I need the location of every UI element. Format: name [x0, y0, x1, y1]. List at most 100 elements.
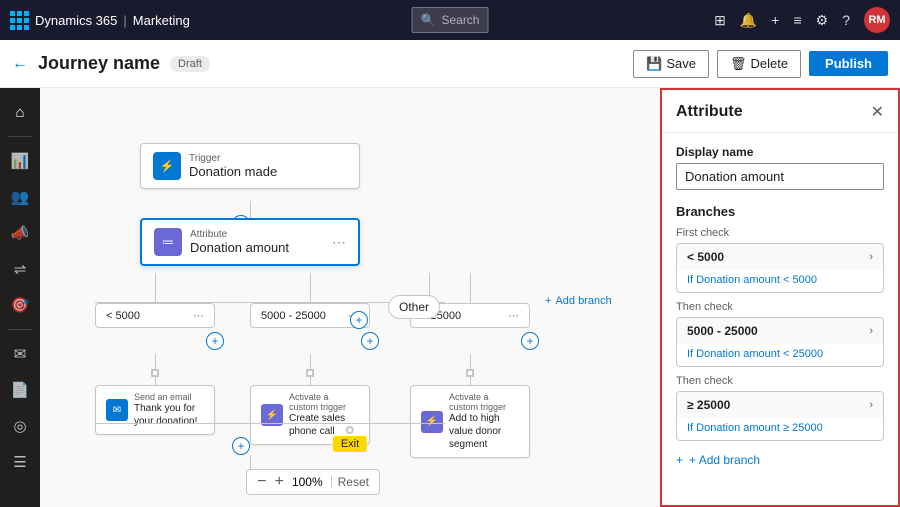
sidebar-item-segments[interactable]: ◎: [4, 410, 36, 442]
branch-v-3c: [470, 377, 471, 385]
add-step-2[interactable]: +: [206, 332, 224, 350]
panel-body: Display name Branches First check < 5000…: [662, 133, 898, 483]
reset-button[interactable]: Reset: [331, 476, 369, 488]
exit-circle: [346, 426, 354, 434]
branch-more-3[interactable]: ⋯: [508, 309, 519, 322]
sidebar-item-email[interactable]: ✉: [4, 338, 36, 370]
trigger-action-icon-2: ⚡: [421, 411, 443, 433]
second-bar: ← Journey name Draft 💾 Save 🗑 Delete Pub…: [0, 40, 900, 88]
add-branch-canvas-button[interactable]: + Add branch: [545, 295, 612, 307]
branch-item-3-header[interactable]: ≥ 25000 ›: [677, 392, 883, 418]
display-name-input[interactable]: [676, 163, 884, 190]
add-step-other[interactable]: +: [350, 311, 368, 329]
action-label-2: Activate a custom trigger: [289, 392, 359, 412]
left-sidebar: ⌂ 📊 👥 📣 ⇌ 🎯 ✉ 📄 ◎ ☰: [0, 88, 40, 507]
exit-node: Exit: [333, 426, 367, 452]
action-title-1: Thank you for your donation!: [134, 402, 204, 428]
branch-3-title: ≥ 25000: [687, 398, 730, 412]
journey-canvas[interactable]: ⚡ Trigger Donation made + ≔ Attribute Do…: [40, 88, 660, 507]
branch-v-1: [155, 273, 156, 303]
attribute-node[interactable]: ≔ Attribute Donation amount ⋯: [140, 218, 360, 266]
branch-item-2-header[interactable]: 5000 - 25000 ›: [677, 318, 883, 344]
sidebar-item-analytics[interactable]: 📊: [4, 145, 36, 177]
email-action-icon: ✉: [106, 399, 128, 421]
sidebar-item-pages[interactable]: 📄: [4, 374, 36, 406]
sidebar-item-flow[interactable]: ⇌: [4, 253, 36, 285]
zoom-controls: − + 100% Reset: [246, 469, 380, 495]
action-label-3: Activate a custom trigger: [449, 392, 519, 412]
panel-header: Attribute ✕: [662, 90, 898, 133]
main-layout: ⌂ 📊 👥 📣 ⇌ 🎯 ✉ 📄 ◎ ☰ ⚡ Trigger Donation m…: [0, 88, 900, 507]
trigger-name: Donation made: [189, 164, 277, 179]
sidebar-divider-2: [8, 329, 32, 330]
branch-1-chevron: ›: [869, 251, 873, 263]
sidebar-item-target[interactable]: 🎯: [4, 289, 36, 321]
help-icon[interactable]: ?: [842, 12, 850, 28]
branch-box-1[interactable]: < 5000 ⋯: [95, 303, 215, 328]
attribute-panel: Attribute ✕ Display name Branches First …: [660, 88, 900, 507]
brand-module: Marketing: [133, 13, 190, 28]
add-branch-panel-button[interactable]: + + Add branch: [676, 449, 760, 471]
brand-logo: Dynamics 365 | Marketing: [10, 11, 190, 30]
panel-close-button[interactable]: ✕: [871, 102, 884, 122]
branch-v-1b: [155, 354, 156, 369]
search-bar[interactable]: 🔍 Search: [412, 7, 489, 33]
display-name-label: Display name: [676, 145, 884, 159]
sidebar-item-people[interactable]: 👥: [4, 181, 36, 213]
add-step-4[interactable]: +: [521, 332, 539, 350]
add-branch-icon: +: [676, 453, 683, 467]
first-check-label: First check: [676, 227, 884, 239]
zoom-out-button[interactable]: −: [257, 474, 266, 490]
add-step-merge[interactable]: +: [232, 437, 250, 455]
bell-icon[interactable]: 🔔: [740, 12, 757, 29]
branch-item-1[interactable]: < 5000 › If Donation amount < 5000: [676, 243, 884, 293]
trigger-node[interactable]: ⚡ Trigger Donation made: [140, 143, 360, 189]
branch-2-chevron: ›: [869, 325, 873, 337]
branch-more-1[interactable]: ⋯: [193, 309, 204, 322]
branch-2-title: 5000 - 25000: [687, 324, 758, 338]
publish-button[interactable]: Publish: [809, 51, 888, 76]
sidebar-item-home[interactable]: ⌂: [4, 96, 36, 128]
branch-v-2c: [310, 377, 311, 385]
merge-h-line: [95, 423, 445, 424]
add-branch-plus-icon: +: [545, 295, 551, 307]
connection-icon[interactable]: ⊞: [714, 12, 726, 29]
branch-item-2[interactable]: 5000 - 25000 › If Donation amount < 2500…: [676, 317, 884, 367]
back-button[interactable]: ←: [12, 55, 28, 73]
branch-circle-3: [466, 369, 474, 377]
branch-2-sub: If Donation amount < 25000: [677, 344, 883, 366]
settings-icon[interactable]: ⚙: [816, 12, 829, 29]
other-branch-node[interactable]: Other: [388, 295, 440, 319]
top-nav-right: ⊞ 🔔 + ≡ ⚙ ? RM: [714, 7, 890, 33]
attribute-name: Donation amount: [190, 240, 324, 255]
branch-1-sub: If Donation amount < 5000: [677, 270, 883, 292]
branch-v-3b: [470, 354, 471, 369]
branch-circle-1: [151, 369, 159, 377]
plus-icon[interactable]: +: [771, 12, 779, 28]
branch-v-1c: [155, 377, 156, 385]
filter-icon[interactable]: ≡: [793, 12, 801, 28]
save-icon: 💾: [646, 56, 662, 72]
action-node-3[interactable]: ⚡ Activate a custom trigger Add to high …: [410, 385, 530, 458]
branch-label-2: 5000 - 25000: [261, 310, 326, 322]
merge-v-line: [250, 423, 251, 443]
branch-3-sub: If Donation amount ≥ 25000: [677, 418, 883, 440]
branch-item-1-header[interactable]: < 5000 ›: [677, 244, 883, 270]
sidebar-item-marketing[interactable]: 📣: [4, 217, 36, 249]
then-check-label-2: Then check: [676, 375, 884, 387]
brand-name: Dynamics 365: [35, 13, 117, 28]
delete-button[interactable]: 🗑 Delete: [717, 50, 801, 78]
attribute-icon: ≔: [154, 228, 182, 256]
avatar[interactable]: RM: [864, 7, 890, 33]
zoom-in-button[interactable]: +: [275, 474, 284, 490]
branches-section: Branches First check < 5000 › If Donatio…: [676, 204, 884, 471]
add-step-3[interactable]: +: [361, 332, 379, 350]
save-button[interactable]: 💾 Save: [633, 50, 709, 78]
action-node-1[interactable]: ✉ Send an email Thank you for your donat…: [95, 385, 215, 435]
branch-3-chevron: ›: [869, 399, 873, 411]
branch-col-1: < 5000 ⋯ + ✉ Send an email Thank you for…: [95, 273, 215, 435]
status-badge: Draft: [170, 56, 210, 72]
sidebar-item-lists[interactable]: ☰: [4, 446, 36, 478]
attribute-more-button[interactable]: ⋯: [332, 234, 346, 251]
branch-item-3[interactable]: ≥ 25000 › If Donation amount ≥ 25000: [676, 391, 884, 441]
